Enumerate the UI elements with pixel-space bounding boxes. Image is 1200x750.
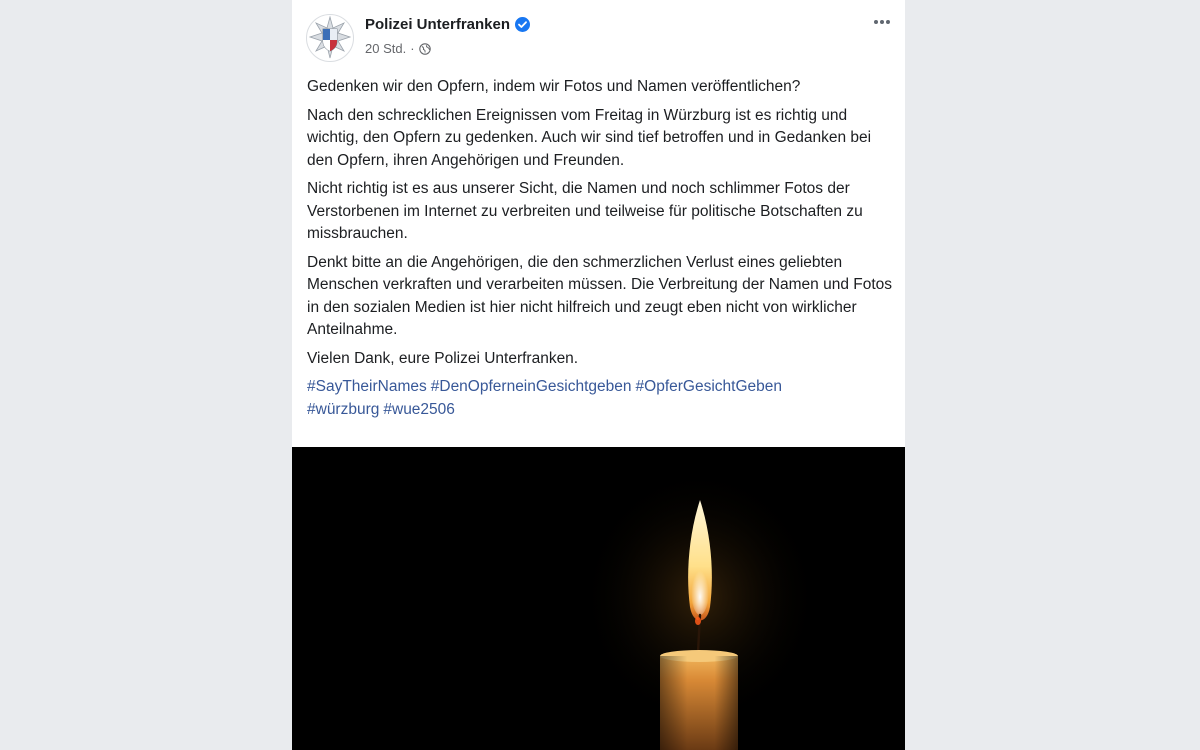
post-timestamp[interactable]: 20 Std.: [365, 41, 406, 56]
more-dot: [880, 20, 884, 24]
police-star-logo: [308, 15, 352, 59]
facebook-post: Polizei Unterfranken 20 Std. · Gedenken …: [292, 0, 905, 750]
page-avatar[interactable]: [306, 14, 354, 62]
post-photo[interactable]: [292, 447, 905, 750]
hashtag-link[interactable]: #wue2506: [383, 401, 455, 418]
post-paragraph: Gedenken wir den Opfern, indem wir Fotos…: [307, 78, 801, 95]
hashtag-list: #SayTheirNames #DenOpferneinGesichtgeben #…: [307, 376, 892, 421]
post-paragraph: Denkt bitte an die Angehörigen, die den …: [307, 253, 893, 339]
post-paragraph: Nach den schrecklichen Ereignissen vom F…: [307, 106, 872, 169]
post-message: Gedenken wir den Opfern, indem wir Fotos…: [307, 76, 892, 427]
post-paragraph: Nicht richtig ist es aus unserer Sicht, …: [307, 180, 863, 242]
more-options-icon[interactable]: [871, 12, 893, 32]
more-dot: [886, 20, 890, 24]
hashtag-link[interactable]: #SayTheirNames: [307, 378, 427, 395]
hashtag-link[interactable]: #OpferGesichtGeben: [636, 378, 782, 395]
post-paragraph: Vielen Dank, eure Polizei Unterfranken.: [307, 349, 579, 367]
separator-dot: ·: [410, 41, 415, 56]
post-meta: 20 Std. ·: [365, 41, 431, 56]
more-dot: [874, 20, 878, 24]
candle-flame-image: [292, 447, 905, 750]
globe-icon[interactable]: [418, 42, 431, 55]
verified-badge-icon: [515, 17, 531, 32]
page-name-row: Polizei Unterfranken: [365, 16, 531, 33]
page-name-link[interactable]: Polizei Unterfranken: [365, 16, 510, 33]
hashtag-link[interactable]: #würzburg: [307, 401, 379, 418]
hashtag-link[interactable]: #DenOpferneinGesichtgeben: [431, 378, 632, 395]
post-header: Polizei Unterfranken 20 Std. ·: [292, 0, 905, 62]
